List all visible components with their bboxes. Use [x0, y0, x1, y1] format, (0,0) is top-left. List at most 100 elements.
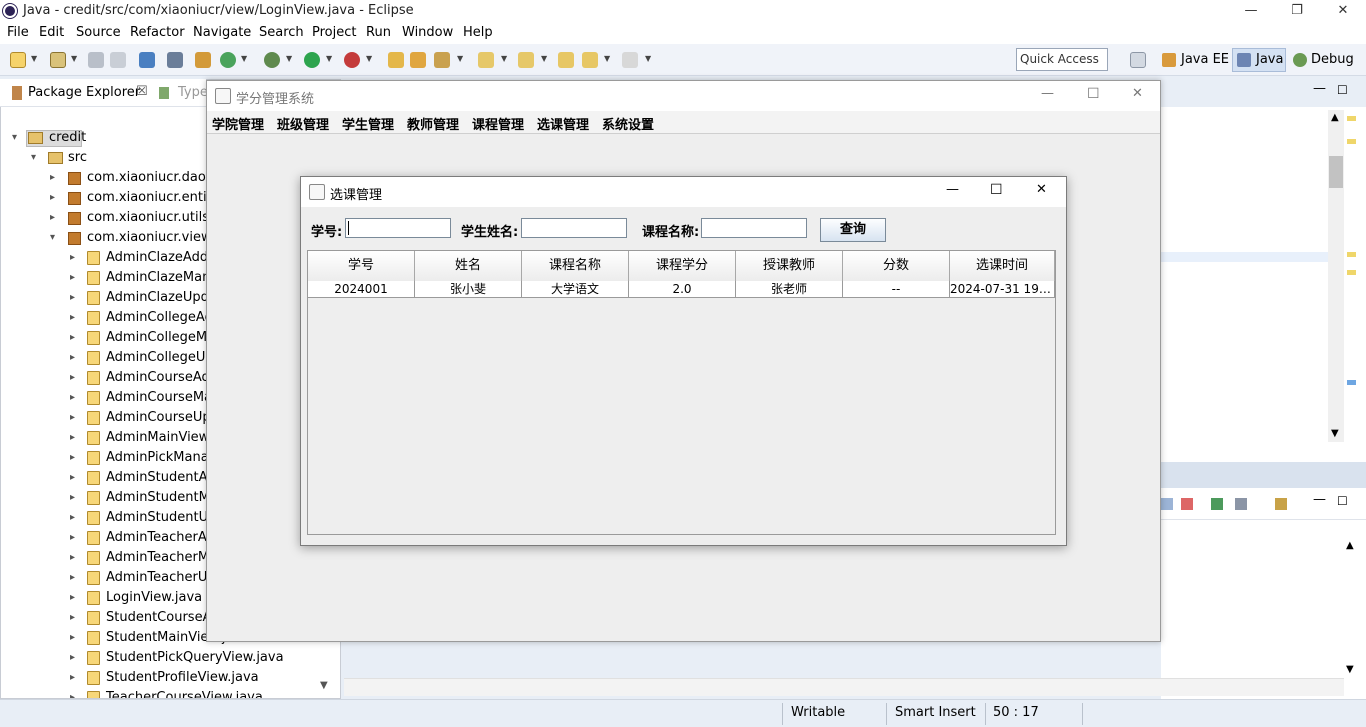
- perspective-debug[interactable]: Debug: [1311, 52, 1354, 67]
- maximize-button[interactable]: ☐: [990, 182, 1003, 198]
- table-cell[interactable]: 2.0: [629, 281, 736, 297]
- menu-class[interactable]: 班级管理: [277, 114, 329, 133]
- table-cell[interactable]: --: [843, 281, 950, 297]
- remove-launch-icon[interactable]: [1181, 498, 1193, 510]
- course-name-input[interactable]: [701, 218, 807, 238]
- close-icon[interactable]: ☒: [136, 84, 148, 99]
- chevron-right-icon[interactable]: ▸: [70, 428, 75, 448]
- column-header[interactable]: 课程名称: [522, 251, 629, 281]
- tree-row-package[interactable]: ▸ com.xiaoniucr.entity: [0, 188, 219, 208]
- menu-student[interactable]: 学生管理: [342, 114, 394, 133]
- tree-row-file[interactable]: ▸ StudentProfileView.java: [0, 668, 330, 688]
- menu-edit[interactable]: Edit: [39, 25, 64, 40]
- perspective-java[interactable]: Java: [1256, 52, 1283, 67]
- menu-course-selection[interactable]: 选课管理: [537, 114, 589, 133]
- chevron-right-icon[interactable]: ▸: [70, 408, 75, 428]
- annotation-marker[interactable]: [1347, 116, 1356, 121]
- annotation-marker[interactable]: [1347, 139, 1356, 144]
- close-button[interactable]: ✕: [1036, 182, 1047, 197]
- maximize-button[interactable]: ❐: [1274, 0, 1320, 22]
- chevron-down-icon[interactable]: ▼: [457, 54, 463, 63]
- save-all-icon[interactable]: [110, 52, 126, 68]
- minimize-button[interactable]: —: [1228, 0, 1274, 22]
- menu-search[interactable]: Search: [259, 25, 304, 40]
- menu-college[interactable]: 学院管理: [212, 114, 264, 133]
- chevron-right-icon[interactable]: ▸: [70, 468, 75, 488]
- last-edit-icon[interactable]: [558, 52, 574, 68]
- debug-icon[interactable]: [264, 52, 280, 68]
- chevron-down-icon[interactable]: ▼: [541, 54, 547, 63]
- scrollbar-thumb[interactable]: [1329, 156, 1343, 188]
- chevron-right-icon[interactable]: ▸: [70, 308, 75, 328]
- annotation-marker[interactable]: [1347, 252, 1356, 257]
- chevron-right-icon[interactable]: ▸: [70, 508, 75, 528]
- chevron-down-icon[interactable]: ▼: [71, 54, 77, 63]
- chevron-up-icon[interactable]: ▲: [1331, 112, 1339, 123]
- column-header[interactable]: 分数: [843, 251, 950, 281]
- minimize-button[interactable]: —: [1041, 86, 1054, 101]
- maximize-view-icon[interactable]: ☐: [1337, 494, 1348, 508]
- tree-row-package[interactable]: ▾ com.xiaoniucr.view: [0, 228, 212, 248]
- open-type-icon[interactable]: [388, 52, 404, 68]
- column-header[interactable]: 学号: [308, 251, 415, 281]
- chevron-right-icon[interactable]: ▸: [70, 528, 75, 548]
- menu-navigate[interactable]: Navigate: [193, 25, 251, 40]
- chevron-right-icon[interactable]: ▸: [70, 668, 75, 688]
- tree-row-project[interactable]: ▾ credit: [0, 128, 206, 148]
- chevron-down-icon[interactable]: ▼: [645, 54, 651, 63]
- annotation-marker[interactable]: [1347, 270, 1356, 275]
- table-cell[interactable]: 2024-07-31 19:3...: [950, 281, 1055, 297]
- new-java-package-icon[interactable]: [195, 52, 211, 68]
- refresh-icon[interactable]: [220, 52, 236, 68]
- maximize-view-icon[interactable]: ☐: [1337, 83, 1348, 97]
- chevron-right-icon[interactable]: ▸: [70, 268, 75, 288]
- open-folder-icon[interactable]: [410, 52, 426, 68]
- horizontal-scrollbar[interactable]: [344, 678, 1344, 696]
- chevron-right-icon[interactable]: ▸: [50, 168, 55, 188]
- save-icon[interactable]: [88, 52, 104, 68]
- chevron-down-icon[interactable]: ▼: [31, 54, 37, 63]
- perspective-java-ee[interactable]: Java EE: [1181, 52, 1229, 67]
- menu-teacher[interactable]: 教师管理: [407, 114, 459, 133]
- console-icon[interactable]: [1161, 498, 1173, 510]
- package-explorer-tab[interactable]: Package Explorer: [28, 85, 140, 100]
- new-package-icon[interactable]: [50, 52, 66, 68]
- external-tools-icon[interactable]: [344, 52, 360, 68]
- chevron-down-icon[interactable]: ▼: [604, 54, 610, 63]
- prev-annotation-icon[interactable]: [518, 52, 534, 68]
- console-icon[interactable]: [139, 52, 155, 68]
- table-cell[interactable]: 2024001: [308, 281, 415, 297]
- column-header[interactable]: 课程学分: [629, 251, 736, 281]
- chevron-right-icon[interactable]: ▸: [70, 448, 75, 468]
- chevron-right-icon[interactable]: ▸: [70, 328, 75, 348]
- run-icon[interactable]: [304, 52, 320, 68]
- column-header[interactable]: 姓名: [415, 251, 522, 281]
- column-header[interactable]: 授课教师: [736, 251, 843, 281]
- minimize-view-icon[interactable]: —: [1313, 81, 1326, 96]
- query-button[interactable]: 查询: [820, 218, 886, 242]
- chevron-down-icon[interactable]: ▾: [12, 128, 17, 148]
- chevron-down-icon[interactable]: ▼: [501, 54, 507, 63]
- annotation-marker[interactable]: [1347, 380, 1356, 385]
- menu-file[interactable]: File: [7, 25, 29, 40]
- tree-row-package[interactable]: ▸ com.xiaoniucr.dao: [0, 168, 206, 188]
- chevron-right-icon[interactable]: ▸: [70, 348, 75, 368]
- open-perspective-icon[interactable]: [1130, 52, 1146, 68]
- menu-run[interactable]: Run: [366, 25, 391, 40]
- chevron-right-icon[interactable]: ▸: [70, 488, 75, 508]
- chevron-right-icon[interactable]: ▸: [70, 388, 75, 408]
- chevron-down-icon[interactable]: ▼: [366, 54, 372, 63]
- chevron-right-icon[interactable]: ▸: [70, 608, 75, 628]
- chevron-right-icon[interactable]: ▸: [70, 688, 75, 698]
- table-cell[interactable]: 张小斐: [415, 281, 522, 297]
- chevron-down-icon[interactable]: ▼: [241, 54, 247, 63]
- chevron-down-icon[interactable]: ▼: [1331, 428, 1339, 439]
- back-arrow-icon[interactable]: [582, 52, 598, 68]
- close-button[interactable]: ✕: [1320, 0, 1366, 22]
- new-file-icon[interactable]: [10, 52, 26, 68]
- tree-row-file[interactable]: ▸ TeacherCourseView.java: [0, 688, 330, 698]
- chevron-right-icon[interactable]: ▸: [70, 288, 75, 308]
- menu-project[interactable]: Project: [312, 25, 356, 40]
- forward-arrow-icon[interactable]: [622, 52, 638, 68]
- minimize-view-icon[interactable]: —: [1313, 492, 1326, 507]
